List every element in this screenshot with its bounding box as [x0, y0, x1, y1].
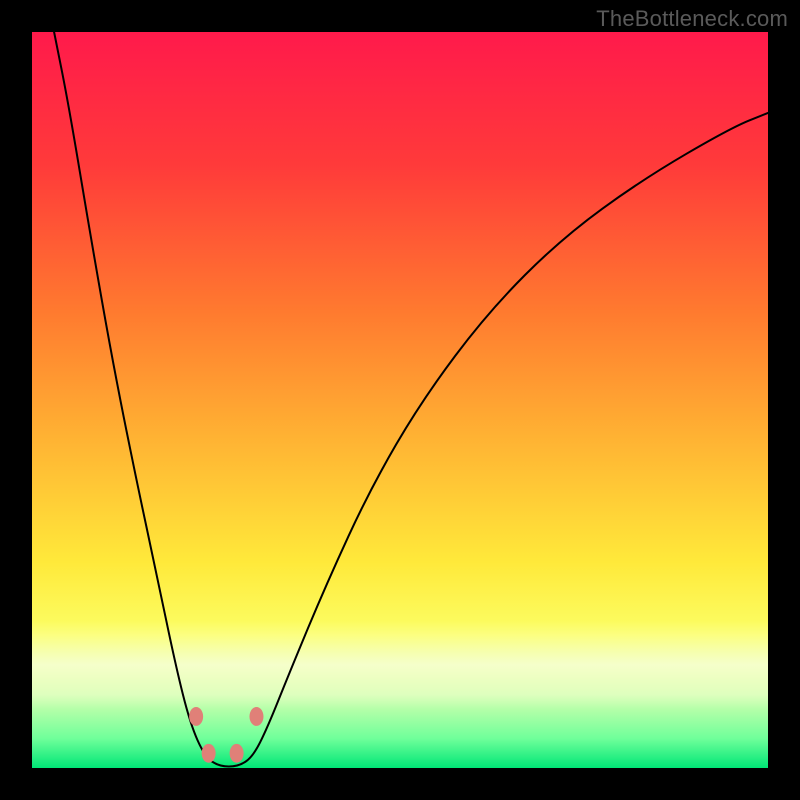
- chart-frame: TheBottleneck.com: [0, 0, 800, 800]
- curve-marker: [202, 744, 216, 763]
- curve-marker: [189, 707, 203, 726]
- curve-marker: [249, 707, 263, 726]
- plot-glow-band: [32, 621, 768, 709]
- curve-marker: [230, 744, 244, 763]
- bottleneck-chart: [0, 0, 800, 800]
